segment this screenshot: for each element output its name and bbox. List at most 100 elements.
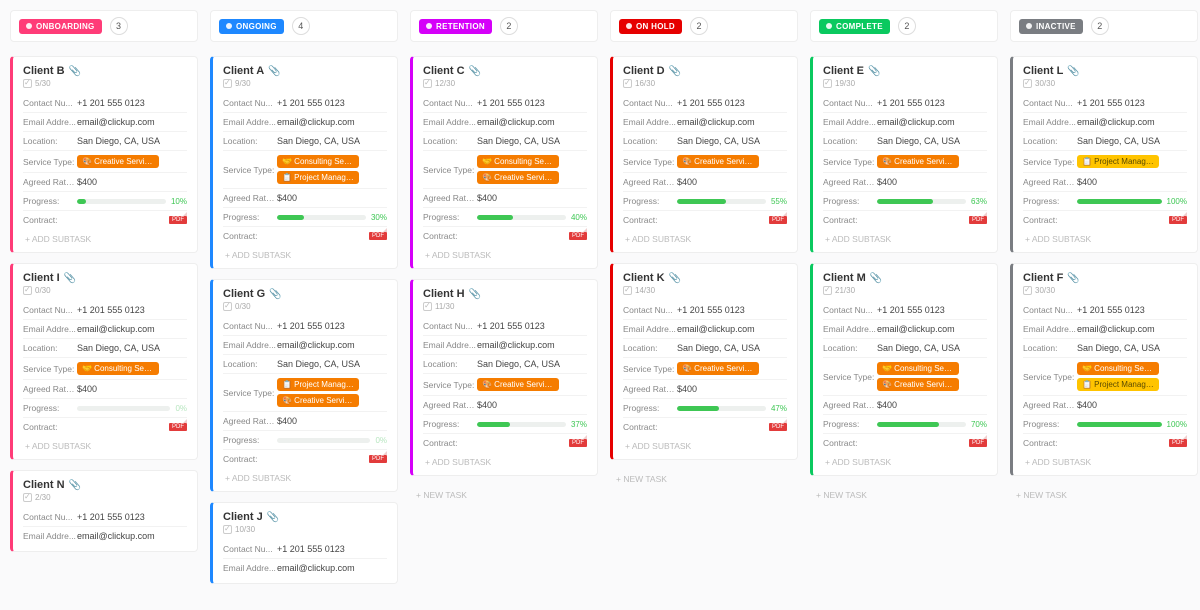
contract-file[interactable]: PDF <box>877 216 987 224</box>
card-title[interactable]: Client D <box>623 65 665 77</box>
kanban-card[interactable]: Client H📎11/30Contact Nu...+1 201 555 01… <box>410 279 598 476</box>
kanban-card[interactable]: Client A📎9/30Contact Nu...+1 201 555 012… <box>210 56 398 269</box>
service-tag[interactable]: 📋 Project Manage... <box>277 378 359 391</box>
new-task-button[interactable]: + NEW TASK <box>410 486 598 504</box>
attachment-icon[interactable]: 📎 <box>669 66 681 77</box>
field-row: Email Addre...email@clickup.com <box>623 319 787 338</box>
contract-file[interactable]: PDF <box>1077 216 1187 224</box>
add-subtask-button[interactable]: + ADD SUBTASK <box>23 229 187 246</box>
add-subtask-button[interactable]: + ADD SUBTASK <box>623 229 787 246</box>
kanban-card[interactable]: Client G📎0/30Contact Nu...+1 201 555 012… <box>210 279 398 492</box>
contract-file[interactable]: PDF <box>477 232 587 240</box>
card-title[interactable]: Client I <box>23 272 60 284</box>
attachment-icon[interactable]: 📎 <box>870 273 882 284</box>
service-tag[interactable]: 🎨 Creative Services <box>277 394 359 407</box>
attachment-icon[interactable]: 📎 <box>868 66 880 77</box>
kanban-card[interactable]: Client N📎2/30Contact Nu...+1 201 555 012… <box>10 470 198 552</box>
contract-file[interactable]: PDF <box>277 232 387 240</box>
contract-file[interactable]: PDF <box>677 423 787 431</box>
add-subtask-button[interactable]: + ADD SUBTASK <box>1023 229 1187 246</box>
kanban-card[interactable]: Client B📎5/30Contact Nu...+1 201 555 012… <box>10 56 198 253</box>
contract-file[interactable]: PDF <box>677 216 787 224</box>
add-subtask-button[interactable]: + ADD SUBTASK <box>223 245 387 262</box>
add-subtask-button[interactable]: + ADD SUBTASK <box>423 452 587 469</box>
attachment-icon[interactable]: 📎 <box>69 480 81 491</box>
attachment-icon[interactable]: 📎 <box>469 66 481 77</box>
card-title[interactable]: Client C <box>423 65 465 77</box>
service-tag[interactable]: 🤝 Consulting Servi... <box>477 155 559 168</box>
attachment-icon[interactable]: 📎 <box>64 273 76 284</box>
attachment-icon[interactable]: 📎 <box>269 289 281 300</box>
service-tag[interactable]: 📋 Project Manage... <box>1077 378 1159 391</box>
add-subtask-button[interactable]: + ADD SUBTASK <box>223 468 387 485</box>
add-subtask-button[interactable]: + ADD SUBTASK <box>623 436 787 453</box>
contract-file[interactable]: PDF <box>77 216 187 224</box>
service-tag[interactable]: 🎨 Creative Services <box>877 155 959 168</box>
kanban-card[interactable]: Client I📎0/30Contact Nu...+1 201 555 012… <box>10 263 198 460</box>
new-task-button[interactable]: + NEW TASK <box>1010 486 1198 504</box>
column-header[interactable]: INACTIVE2 <box>1010 10 1198 42</box>
service-tag[interactable]: 🎨 Creative Services <box>477 378 559 391</box>
service-tag[interactable]: 🎨 Creative Services <box>677 362 759 375</box>
kanban-card[interactable]: Client F📎30/30Contact Nu...+1 201 555 01… <box>1010 263 1198 476</box>
card-title[interactable]: Client H <box>423 288 465 300</box>
card-title[interactable]: Client E <box>823 65 864 77</box>
subtask-count: 30/30 <box>1023 79 1187 88</box>
column-header[interactable]: ONGOING4 <box>210 10 398 42</box>
attachment-icon[interactable]: 📎 <box>268 66 280 77</box>
card-title[interactable]: Client J <box>223 511 263 523</box>
contract-file[interactable]: PDF <box>877 439 987 447</box>
service-tag[interactable]: 🤝 Consulting Servi... <box>877 362 959 375</box>
service-tag[interactable]: 🎨 Creative Services <box>77 155 159 168</box>
service-tag[interactable]: 📋 Project Manage... <box>277 171 359 184</box>
card-title[interactable]: Client F <box>1023 272 1063 284</box>
column-header[interactable]: ONBOARDING3 <box>10 10 198 42</box>
attachment-icon[interactable]: 📎 <box>669 273 681 284</box>
card-title[interactable]: Client G <box>223 288 265 300</box>
column-header[interactable]: ON HOLD2 <box>610 10 798 42</box>
service-tag[interactable]: 🎨 Creative Services <box>477 171 559 184</box>
contract-file[interactable]: PDF <box>477 439 587 447</box>
new-task-button[interactable]: + NEW TASK <box>810 486 998 504</box>
checkbox-icon <box>623 79 632 88</box>
kanban-card[interactable]: Client K📎14/30Contact Nu...+1 201 555 01… <box>610 263 798 460</box>
service-tag[interactable]: 🎨 Creative Services <box>877 378 959 391</box>
service-tag[interactable]: 📋 Project Manage... <box>1077 155 1159 168</box>
add-subtask-button[interactable]: + ADD SUBTASK <box>23 436 187 453</box>
attachment-icon[interactable]: 📎 <box>1067 273 1079 284</box>
add-subtask-button[interactable]: + ADD SUBTASK <box>823 452 987 469</box>
card-title[interactable]: Client K <box>623 272 665 284</box>
kanban-card[interactable]: Client E📎19/30Contact Nu...+1 201 555 01… <box>810 56 998 253</box>
column-header[interactable]: RETENTION2 <box>410 10 598 42</box>
kanban-card[interactable]: Client D📎16/30Contact Nu...+1 201 555 01… <box>610 56 798 253</box>
progress-pct: 55% <box>771 197 787 206</box>
contract-file[interactable]: PDF <box>277 455 387 463</box>
attachment-icon[interactable]: 📎 <box>469 289 481 300</box>
checkbox-icon <box>1023 286 1032 295</box>
add-subtask-button[interactable]: + ADD SUBTASK <box>823 229 987 246</box>
add-subtask-button[interactable]: + ADD SUBTASK <box>1023 452 1187 469</box>
contract-file[interactable]: PDF <box>1077 439 1187 447</box>
attachment-icon[interactable]: 📎 <box>1067 66 1079 77</box>
service-tag[interactable]: 🤝 Consulting Servi... <box>1077 362 1159 375</box>
card-title[interactable]: Client B <box>23 65 65 77</box>
card-title[interactable]: Client A <box>223 65 264 77</box>
attachment-icon[interactable]: 📎 <box>69 66 81 77</box>
kanban-card[interactable]: Client L📎30/30Contact Nu...+1 201 555 01… <box>1010 56 1198 253</box>
card-title[interactable]: Client L <box>1023 65 1063 77</box>
attachment-icon[interactable]: 📎 <box>267 512 279 523</box>
column-header[interactable]: COMPLETE2 <box>810 10 998 42</box>
service-tag[interactable]: 🎨 Creative Services <box>677 155 759 168</box>
card-title[interactable]: Client M <box>823 272 866 284</box>
kanban-card[interactable]: Client J📎10/30Contact Nu...+1 201 555 01… <box>210 502 398 584</box>
kanban-card[interactable]: Client C📎12/30Contact Nu...+1 201 555 01… <box>410 56 598 269</box>
service-tag[interactable]: 🤝 Consulting Servi... <box>77 362 159 375</box>
service-tag[interactable]: 🤝 Consulting Servi... <box>277 155 359 168</box>
kanban-card[interactable]: Client M📎21/30Contact Nu...+1 201 555 01… <box>810 263 998 476</box>
card-title[interactable]: Client N <box>23 479 65 491</box>
new-task-button[interactable]: + NEW TASK <box>610 470 798 488</box>
add-subtask-button[interactable]: + ADD SUBTASK <box>423 245 587 262</box>
contract-file[interactable]: PDF <box>77 423 187 431</box>
agreed-rate: $400 <box>877 400 987 410</box>
pdf-icon: PDF <box>769 216 787 224</box>
